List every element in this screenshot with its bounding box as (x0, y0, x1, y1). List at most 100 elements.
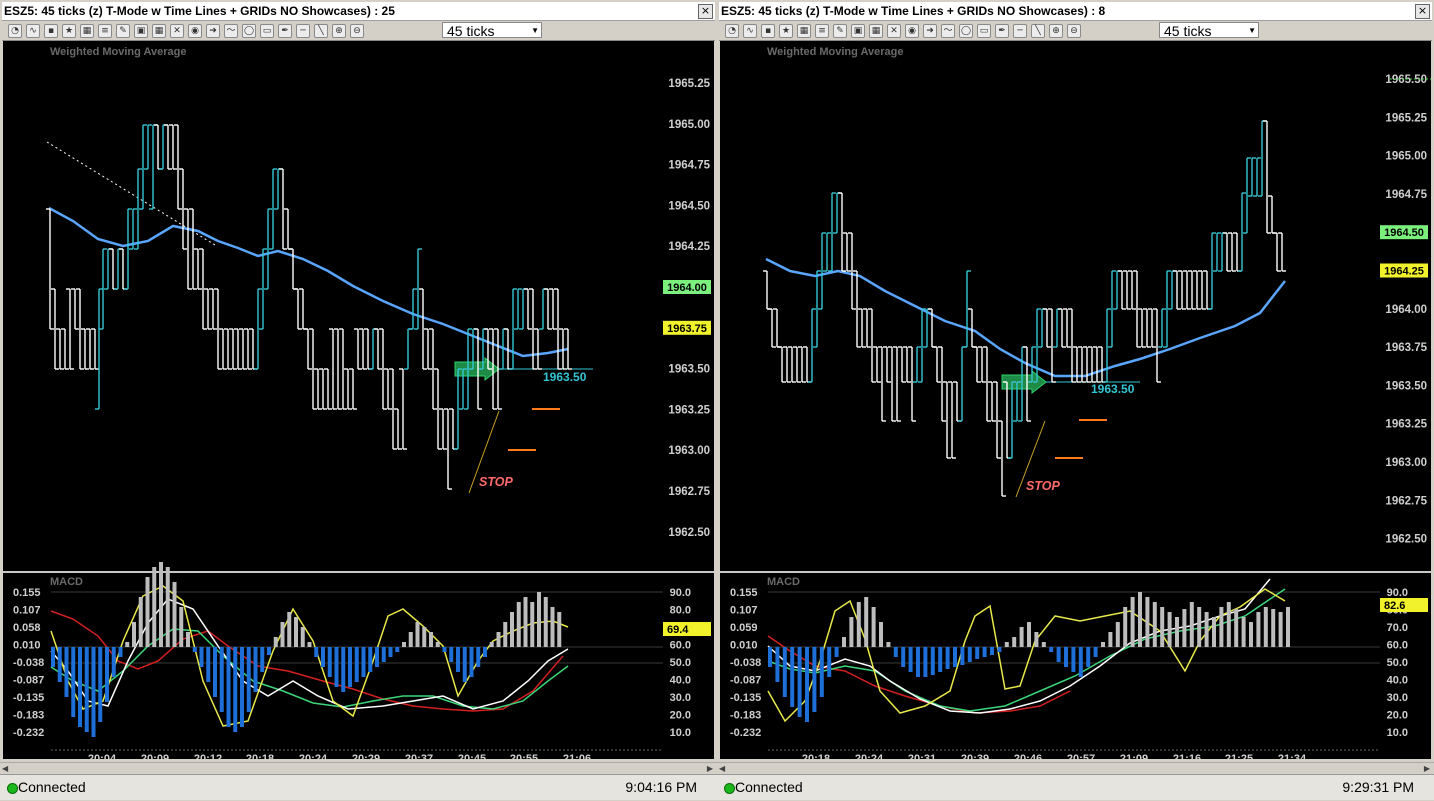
macd-histogram-bar (768, 647, 772, 667)
macd-histogram-bar (503, 622, 508, 647)
interval-select[interactable]: 45 ticks ▼ (442, 22, 542, 39)
save-icon[interactable]: ▪ (44, 24, 58, 38)
macd-axis-label: 0.107 (13, 605, 41, 617)
calendar-icon[interactable]: ▦ (797, 24, 811, 38)
macd-histogram-bar (990, 647, 994, 655)
macd-histogram-bar (361, 647, 366, 677)
price-axis-label: 1964.25 (668, 241, 710, 253)
price-axis-label: 1963.75 (1385, 342, 1427, 354)
stop-label: STOP (479, 475, 513, 489)
macd-histogram-bar (388, 647, 393, 657)
zoom-icon[interactable]: ▣ (851, 24, 865, 38)
ray-icon[interactable]: ╲ (314, 24, 328, 38)
wave-icon[interactable]: 〜 (941, 24, 955, 38)
scroll-right-icon[interactable]: ▶ (707, 764, 713, 773)
eye-icon[interactable]: ◉ (905, 24, 919, 38)
interval-select[interactable]: 45 ticks ▼ (1159, 22, 1259, 39)
save-icon[interactable]: ▪ (761, 24, 775, 38)
macd-histogram-bar (967, 647, 972, 662)
scroll-left-icon[interactable]: ◀ (719, 764, 725, 773)
edit-icon[interactable]: ✎ (833, 24, 847, 38)
macd-histogram-bar (118, 647, 123, 657)
star-icon[interactable]: ★ (779, 24, 793, 38)
time-axis-label: 20:29 (352, 753, 380, 759)
chart-type-icon[interactable]: ◔ (8, 24, 22, 38)
connection-status-icon (7, 783, 18, 794)
arrow-icon[interactable]: ➜ (206, 24, 220, 38)
zoom-in-icon[interactable]: ⊕ (1049, 24, 1063, 38)
title-bar[interactable]: ESZ5: 45 ticks (z) T-Mode w Time Lines +… (719, 2, 1432, 21)
macd-histogram-bar (1093, 647, 1098, 657)
price-axis-label: 1962.75 (668, 486, 710, 498)
zoom-icon[interactable]: ▣ (134, 24, 148, 38)
ellipse-icon[interactable]: ◯ (959, 24, 973, 38)
close-icon[interactable]: × (698, 4, 713, 19)
macd-label: MACD (767, 576, 800, 588)
macd-histogram-bar (469, 647, 474, 677)
horizontal-scrollbar[interactable]: ◀ ▶ (717, 762, 1434, 774)
macd-histogram-bar (1138, 592, 1142, 647)
grid-icon[interactable]: ▦ (869, 24, 883, 38)
price-axis-label: 1964.75 (1385, 189, 1427, 201)
list-icon[interactable]: ≡ (98, 24, 112, 38)
bars-icon[interactable]: ∿ (26, 24, 40, 38)
macd-histogram-bar (1212, 617, 1216, 647)
entry-arrow-icon (1001, 369, 1047, 395)
macd-histogram-bar (489, 642, 494, 647)
macd-histogram-bar (192, 647, 197, 652)
price-axis-label: 1965.25 (668, 78, 710, 90)
rect-icon[interactable]: ▭ (977, 24, 991, 38)
line-icon[interactable]: ─ (1013, 24, 1027, 38)
line-icon[interactable]: ─ (296, 24, 310, 38)
chevron-down-icon[interactable]: ▼ (531, 23, 539, 39)
delete-icon[interactable]: ✕ (887, 24, 901, 38)
eye-icon[interactable]: ◉ (188, 24, 202, 38)
rect-icon[interactable]: ▭ (260, 24, 274, 38)
time-axis-label: 20:09 (141, 753, 169, 759)
ray-icon[interactable]: ╲ (1031, 24, 1045, 38)
pen-icon[interactable]: ✒ (995, 24, 1009, 38)
scroll-left-icon[interactable]: ◀ (2, 764, 8, 773)
macd-histogram-bar (327, 647, 332, 677)
macd-histogram-bar (253, 647, 258, 692)
scroll-right-icon[interactable]: ▶ (1424, 764, 1430, 773)
zoom-out-icon[interactable]: ⊖ (350, 24, 364, 38)
star-icon[interactable]: ★ (62, 24, 76, 38)
wave-icon[interactable]: 〜 (224, 24, 238, 38)
macd-histogram-bar (138, 597, 143, 647)
horizontal-scrollbar[interactable]: ◀ ▶ (0, 762, 717, 774)
zoom-in-icon[interactable]: ⊕ (332, 24, 346, 38)
ellipse-icon[interactable]: ◯ (242, 24, 256, 38)
time-axis-label: 20:39 (961, 753, 989, 759)
pen-icon[interactable]: ✒ (278, 24, 292, 38)
arrow-icon[interactable]: ➜ (923, 24, 937, 38)
macd-histogram-bar (997, 647, 1002, 652)
title-bar[interactable]: ESZ5: 45 ticks (z) T-Mode w Time Lines +… (2, 2, 715, 21)
price-and-macd-chart[interactable]: 1965.50 1965.25 1965.00 1964.75 1964.50 1964.… (720, 41, 1431, 759)
list-icon[interactable]: ≡ (815, 24, 829, 38)
stoch-axis-label: 20.0 (670, 710, 691, 722)
macd-histogram-bar (1204, 612, 1209, 647)
indicator-label: Weighted Moving Average (50, 46, 187, 58)
macd-histogram-bar (834, 647, 839, 657)
price-axis-label: 1963.50 (1385, 380, 1427, 392)
zoom-out-icon[interactable]: ⊖ (1067, 24, 1081, 38)
macd-histogram-bar (280, 622, 285, 647)
bars-icon[interactable]: ∿ (743, 24, 757, 38)
edit-icon[interactable]: ✎ (116, 24, 130, 38)
price-axis-label: 1964.75 (668, 160, 710, 172)
chart-toolbar: ◔ ∿ ▪ ★ ▦ ≡ ✎ ▣ ▦ ✕ ◉ ➜ 〜 ◯ ▭ ✒ ─ ╲ ⊕ ⊖ 45 ticks ▼ (2, 21, 715, 41)
price-and-macd-chart[interactable]: 1965.25 1965.00 1964.75 1964.50 1964.25 1964.… (3, 41, 714, 759)
macd-histogram-bar (348, 647, 352, 687)
price-chart-panel[interactable]: 1965.25 1965.00 1964.75 1964.50 1964.25 1964.… (3, 41, 714, 759)
chart-type-icon[interactable]: ◔ (725, 24, 739, 38)
calendar-icon[interactable]: ▦ (80, 24, 94, 38)
price-chart-panel[interactable]: 1965.50 1965.25 1965.00 1964.75 1964.50 1964.… (720, 41, 1431, 759)
macd-histogram-bar (172, 582, 177, 647)
grid-icon[interactable]: ▦ (152, 24, 166, 38)
chevron-down-icon[interactable]: ▼ (1248, 23, 1256, 39)
macd-histogram-bar (923, 647, 928, 677)
macd-histogram-bar (953, 647, 957, 667)
delete-icon[interactable]: ✕ (170, 24, 184, 38)
close-icon[interactable]: × (1415, 4, 1430, 19)
